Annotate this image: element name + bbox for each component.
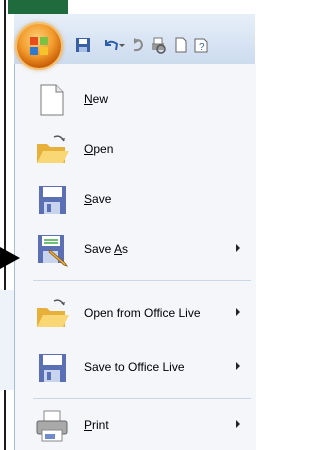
pointer-arrow xyxy=(0,247,20,269)
svg-text:?: ? xyxy=(199,42,205,53)
submenu-arrow-icon xyxy=(236,244,240,252)
open-folder-icon xyxy=(37,135,69,163)
office-button[interactable] xyxy=(17,24,61,68)
print-preview-icon[interactable] xyxy=(149,36,167,54)
menu-item-open[interactable]: Open xyxy=(15,126,253,174)
office-logo-icon xyxy=(30,37,48,55)
submenu-arrow-icon xyxy=(236,362,240,370)
menu-separator xyxy=(33,398,251,399)
menu-item-print[interactable]: Print xyxy=(15,402,253,450)
save-icon[interactable] xyxy=(74,36,92,54)
menu-label-save-as: Save As xyxy=(84,242,129,256)
menu-label-open-from-office-live: Open from Office Live xyxy=(84,306,201,320)
menu-item-save-as[interactable]: Save As xyxy=(15,226,253,274)
menu-label-new: New xyxy=(84,92,109,106)
background-panel xyxy=(0,290,15,390)
printer-icon xyxy=(36,410,68,442)
submenu-arrow-icon xyxy=(236,308,240,316)
menu-label-print: Print xyxy=(84,418,109,432)
menu-label-save-to-office-live: Save to Office Live xyxy=(84,360,185,374)
dropdown-icon[interactable] xyxy=(118,36,126,54)
save-disk-icon xyxy=(39,186,66,214)
submenu-arrow-icon xyxy=(236,420,240,428)
save-as-icon xyxy=(38,235,68,267)
menu-label-open: Open xyxy=(84,142,114,156)
office-menu: New Open Save Save As Open from Office L… xyxy=(14,64,256,450)
menu-item-new[interactable]: New xyxy=(15,76,253,124)
new-icon[interactable] xyxy=(172,36,190,54)
menu-item-open-from-office-live[interactable]: Open from Office Live xyxy=(15,290,253,338)
menu-separator xyxy=(33,280,251,281)
open-office-live-icon xyxy=(37,299,69,327)
save-office-live-icon xyxy=(39,354,66,382)
background-title-strip xyxy=(8,0,68,14)
menu-item-save[interactable]: Save xyxy=(15,176,253,224)
new-document-icon xyxy=(40,84,64,116)
menu-label-save: Save xyxy=(84,192,112,206)
redo-icon[interactable] xyxy=(129,36,147,54)
help-icon[interactable]: ? xyxy=(192,36,210,54)
menu-item-save-to-office-live[interactable]: Save to Office Live xyxy=(15,344,253,392)
